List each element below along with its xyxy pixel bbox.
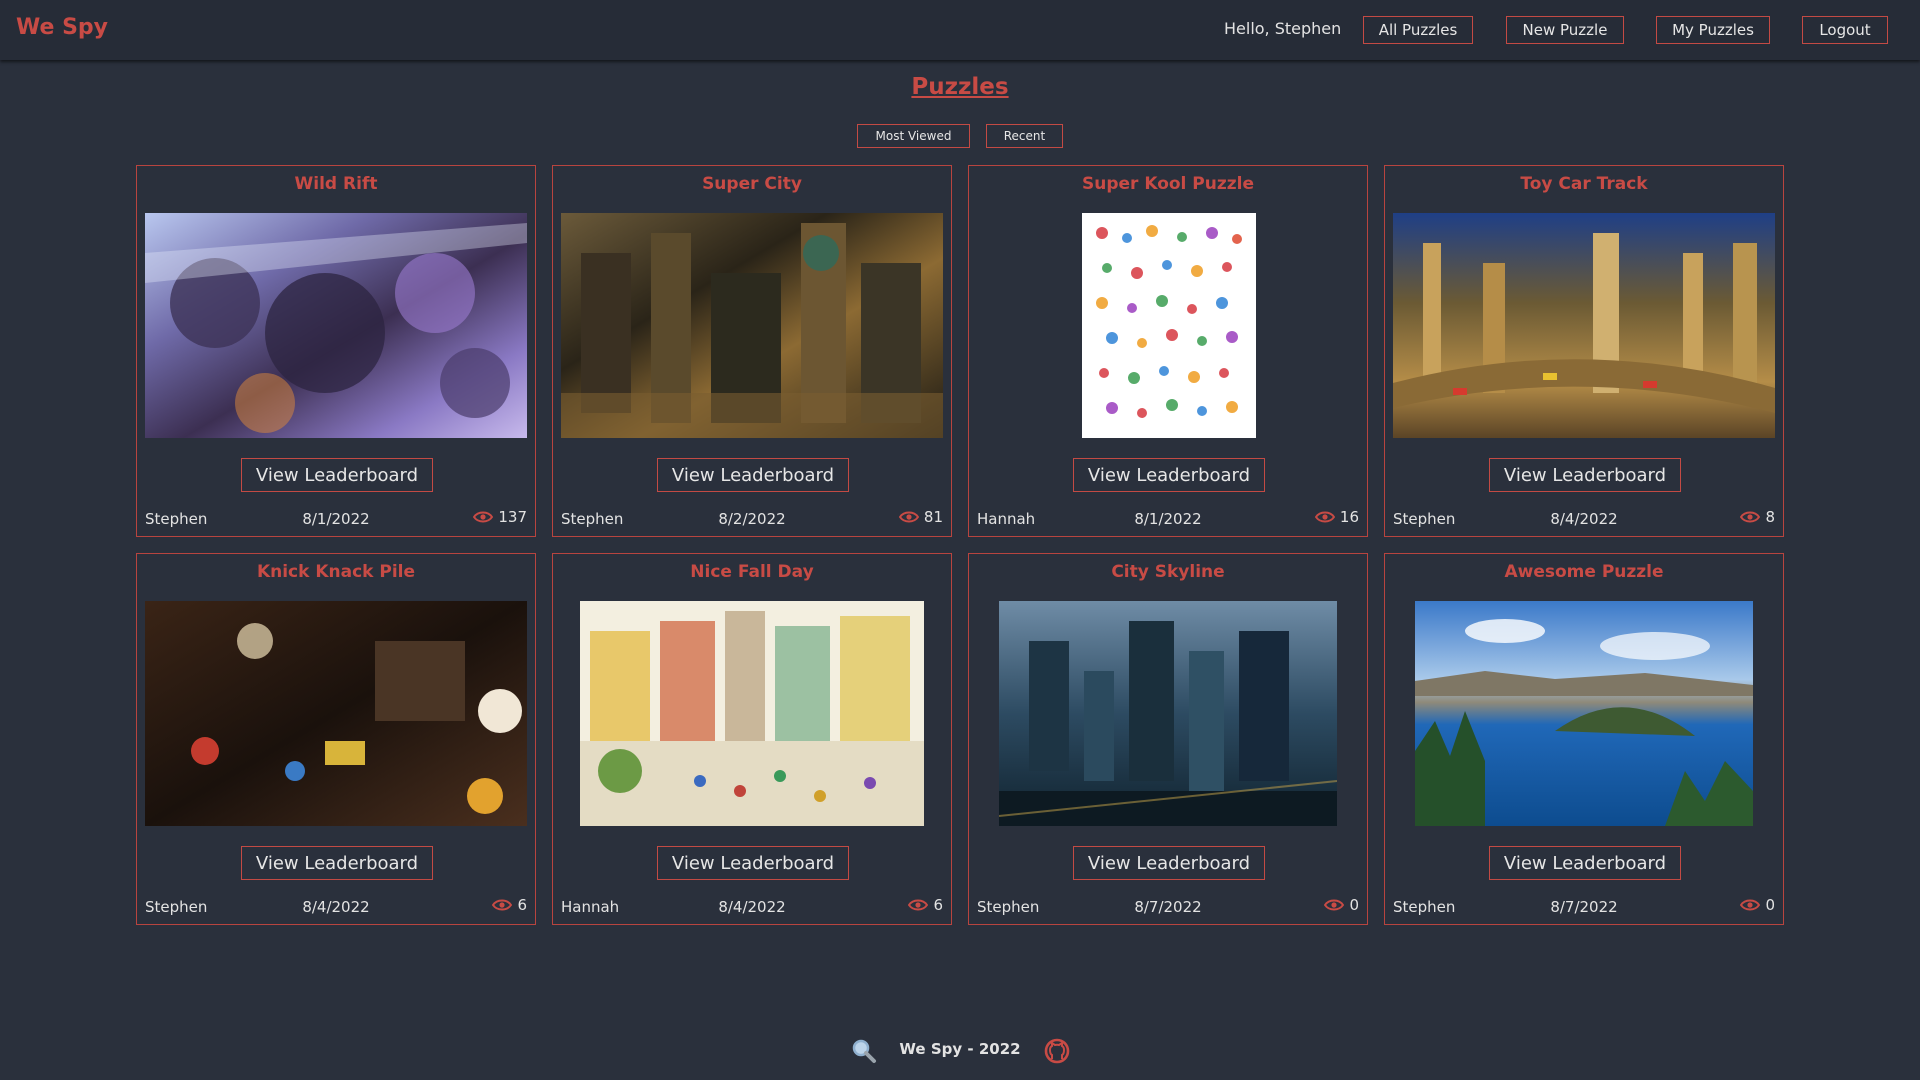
puzzle-image[interactable] bbox=[999, 601, 1337, 826]
views-count: 137 bbox=[498, 508, 527, 526]
top-navbar: We Spy Hello, Stephen All Puzzles New Pu… bbox=[0, 0, 1920, 60]
view-leaderboard-button[interactable]: View Leaderboard bbox=[1489, 458, 1681, 492]
my-puzzles-button[interactable]: My Puzzles bbox=[1656, 16, 1770, 44]
puzzle-title[interactable]: Awesome Puzzle bbox=[1385, 562, 1783, 582]
view-leaderboard-button[interactable]: View Leaderboard bbox=[241, 458, 433, 492]
footer: We Spy - 2022 bbox=[0, 1038, 1920, 1064]
toy-car-track-scene bbox=[1393, 213, 1775, 438]
town-crowd-illustration bbox=[580, 601, 924, 826]
view-leaderboard-button[interactable]: View Leaderboard bbox=[241, 846, 433, 880]
eye-icon bbox=[898, 511, 919, 523]
puzzle-card: Super Kool Puzzle View Leaderboard Hanna… bbox=[968, 165, 1368, 537]
views-count: 81 bbox=[923, 508, 943, 526]
view-leaderboard-button[interactable]: View Leaderboard bbox=[1489, 846, 1681, 880]
all-puzzles-button[interactable]: All Puzzles bbox=[1363, 16, 1473, 44]
puzzle-card: Knick Knack Pile View Leaderboard Stephe… bbox=[136, 553, 536, 925]
puzzle-views: 8 bbox=[1740, 508, 1775, 526]
puzzle-date: 8/4/2022 bbox=[1550, 510, 1618, 528]
puzzle-card: Awesome Puzzle View Leaderboard Stephen … bbox=[1384, 553, 1784, 925]
fantasy-characters-illustration bbox=[145, 213, 527, 438]
puzzle-date: 8/2/2022 bbox=[718, 510, 786, 528]
puzzle-title[interactable]: City Skyline bbox=[969, 562, 1367, 582]
views-count: 0 bbox=[1349, 896, 1359, 914]
puzzle-date: 8/7/2022 bbox=[1134, 898, 1202, 916]
user-greeting: Hello, Stephen bbox=[1224, 19, 1342, 38]
views-count: 0 bbox=[1765, 896, 1775, 914]
crater-lake-photo bbox=[1415, 601, 1753, 826]
puzzle-card: Nice Fall Day View Leaderboard Hannah 8/… bbox=[552, 553, 952, 925]
puzzle-date: 8/4/2022 bbox=[302, 898, 370, 916]
sort-most-viewed-button[interactable]: Most Viewed bbox=[857, 124, 970, 148]
views-count: 6 bbox=[517, 896, 527, 914]
eye-icon bbox=[1324, 899, 1345, 911]
view-leaderboard-button[interactable]: View Leaderboard bbox=[657, 846, 849, 880]
colorful-objects-poster bbox=[1082, 213, 1256, 438]
views-count: 6 bbox=[933, 896, 943, 914]
puzzle-image[interactable] bbox=[1415, 601, 1753, 826]
new-puzzle-button[interactable]: New Puzzle bbox=[1506, 16, 1624, 44]
puzzle-views: 6 bbox=[908, 896, 943, 914]
views-count: 8 bbox=[1765, 508, 1775, 526]
footer-copyright: We Spy - 2022 bbox=[899, 1040, 1021, 1058]
toy-pile-photo bbox=[145, 601, 527, 826]
puzzle-image[interactable] bbox=[561, 213, 943, 438]
puzzle-card: Toy Car Track View Leaderboard Stephen 8… bbox=[1384, 165, 1784, 537]
puzzle-image[interactable] bbox=[1393, 213, 1775, 438]
puzzle-title[interactable]: Super City bbox=[553, 174, 951, 194]
view-leaderboard-button[interactable]: View Leaderboard bbox=[1073, 846, 1265, 880]
puzzle-image[interactable] bbox=[145, 213, 527, 438]
puzzle-views: 16 bbox=[1314, 508, 1359, 526]
eye-icon bbox=[1314, 511, 1335, 523]
puzzle-card: Wild Rift View Leaderboard Stephen 8/1/2… bbox=[136, 165, 536, 537]
aerial-city-photo bbox=[999, 601, 1337, 826]
page-title: Puzzles bbox=[911, 74, 1009, 100]
puzzle-views: 6 bbox=[492, 896, 527, 914]
eye-icon bbox=[1740, 899, 1761, 911]
logout-button[interactable]: Logout bbox=[1802, 16, 1888, 44]
eye-icon bbox=[1740, 511, 1761, 523]
github-icon[interactable] bbox=[1044, 1038, 1070, 1064]
puzzle-image[interactable] bbox=[1082, 213, 1256, 438]
view-leaderboard-button[interactable]: View Leaderboard bbox=[657, 458, 849, 492]
puzzle-card: City Skyline View Leaderboard Stephen 8/… bbox=[968, 553, 1368, 925]
puzzle-date: 8/7/2022 bbox=[1550, 898, 1618, 916]
view-leaderboard-button[interactable]: View Leaderboard bbox=[1073, 458, 1265, 492]
puzzle-title[interactable]: Knick Knack Pile bbox=[137, 562, 535, 582]
puzzle-title[interactable]: Wild Rift bbox=[137, 174, 535, 194]
puzzle-views: 137 bbox=[473, 508, 527, 526]
puzzle-title[interactable]: Super Kool Puzzle bbox=[969, 174, 1367, 194]
puzzle-image[interactable] bbox=[145, 601, 527, 826]
puzzle-title[interactable]: Nice Fall Day bbox=[553, 562, 951, 582]
views-count: 16 bbox=[1339, 508, 1359, 526]
puzzle-date: 8/1/2022 bbox=[1134, 510, 1202, 528]
puzzle-date: 8/4/2022 bbox=[718, 898, 786, 916]
puzzle-title[interactable]: Toy Car Track bbox=[1385, 174, 1783, 194]
eye-icon bbox=[473, 511, 494, 523]
puzzle-views: 0 bbox=[1740, 896, 1775, 914]
sort-recent-button[interactable]: Recent bbox=[986, 124, 1063, 148]
brand-logo[interactable]: We Spy bbox=[16, 15, 108, 40]
puzzle-views: 0 bbox=[1324, 896, 1359, 914]
dense-city-illustration bbox=[561, 213, 943, 438]
eye-icon bbox=[492, 899, 513, 911]
eye-icon bbox=[908, 899, 929, 911]
puzzle-card: Super City View Leaderboard Stephen 8/2/… bbox=[552, 165, 952, 537]
puzzle-image[interactable] bbox=[580, 601, 924, 826]
puzzle-views: 81 bbox=[898, 508, 943, 526]
